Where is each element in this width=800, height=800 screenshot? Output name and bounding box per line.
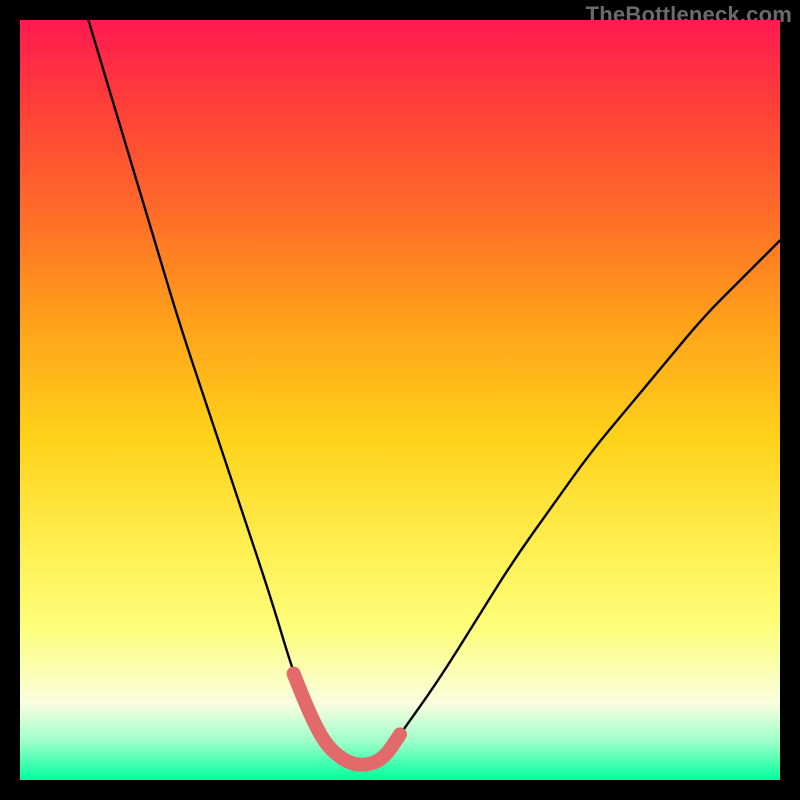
valley-highlight bbox=[294, 674, 400, 765]
chart-frame: TheBottleneck.com bbox=[0, 0, 800, 800]
plot-area bbox=[20, 20, 780, 780]
bottleneck-curve bbox=[88, 20, 780, 765]
curve-layer bbox=[20, 20, 780, 780]
